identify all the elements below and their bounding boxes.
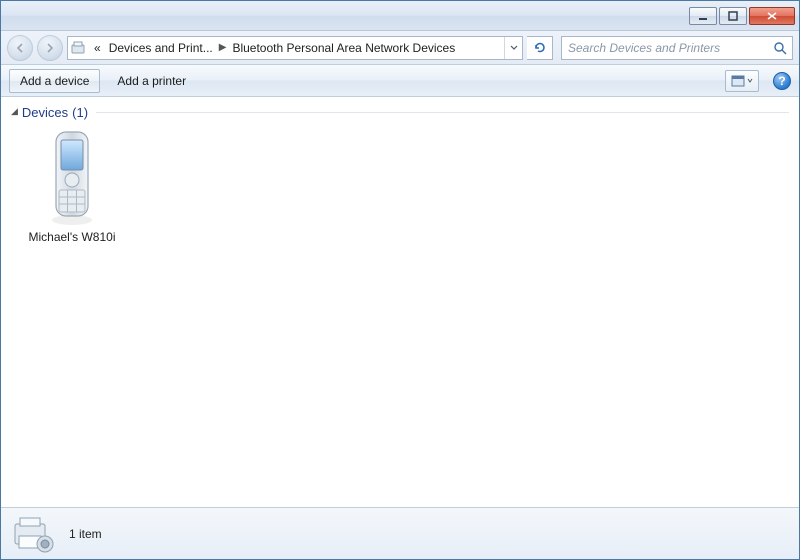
address-dropdown-button[interactable] [504, 37, 522, 59]
close-icon [766, 11, 778, 21]
search-icon [768, 41, 792, 55]
maximize-icon [728, 11, 738, 21]
refresh-icon [533, 41, 547, 55]
phone-icon [40, 130, 104, 226]
view-icon [731, 75, 745, 87]
status-text: 1 item [69, 527, 102, 541]
group-name: Devices [22, 105, 68, 120]
details-pane: 1 item [1, 507, 799, 559]
collapse-icon: ◢ [11, 106, 18, 117]
nav-forward-button[interactable] [37, 35, 63, 61]
explorer-window: « Devices and Print... ▶ Bluetooth Perso… [0, 0, 800, 560]
add-printer-button[interactable]: Add a printer [106, 69, 197, 93]
group-header-devices[interactable]: ◢ Devices (1) [11, 103, 789, 126]
arrow-left-icon [14, 42, 26, 54]
search-input[interactable] [562, 41, 768, 55]
device-label: Michael's W810i [29, 230, 116, 244]
chevron-down-icon [747, 78, 753, 84]
chevron-down-icon [510, 44, 518, 52]
group-divider [96, 112, 789, 113]
chevron-right-icon: ▶ [217, 42, 229, 53]
minimize-icon [698, 11, 708, 21]
devices-printers-icon [68, 41, 90, 55]
refresh-button[interactable] [527, 36, 553, 60]
close-button[interactable] [749, 7, 795, 25]
breadcrumb-overflow[interactable]: « [90, 37, 105, 59]
devices-printers-icon [11, 514, 59, 554]
breadcrumb-item-devices[interactable]: Devices and Print... [105, 37, 217, 59]
search-box[interactable] [561, 36, 793, 60]
maximize-button[interactable] [719, 7, 747, 25]
nav-back-button[interactable] [7, 35, 33, 61]
device-item[interactable]: Michael's W810i [17, 130, 127, 244]
help-icon: ? [778, 74, 785, 88]
minimize-button[interactable] [689, 7, 717, 25]
address-bar[interactable]: « Devices and Print... ▶ Bluetooth Perso… [67, 36, 523, 60]
command-bar: Add a device Add a printer ? [1, 65, 799, 97]
view-options-button[interactable] [725, 70, 759, 92]
breadcrumb-item-bluetooth-pan[interactable]: Bluetooth Personal Area Network Devices [228, 37, 459, 59]
nav-bar: « Devices and Print... ▶ Bluetooth Perso… [1, 31, 799, 65]
content-area: ◢ Devices (1) [1, 97, 799, 507]
add-device-button[interactable]: Add a device [9, 69, 100, 93]
arrow-right-icon [44, 42, 56, 54]
group-count: (1) [72, 105, 88, 120]
help-button[interactable]: ? [773, 72, 791, 90]
items-grid: Michael's W810i [11, 126, 789, 248]
titlebar [1, 1, 799, 31]
